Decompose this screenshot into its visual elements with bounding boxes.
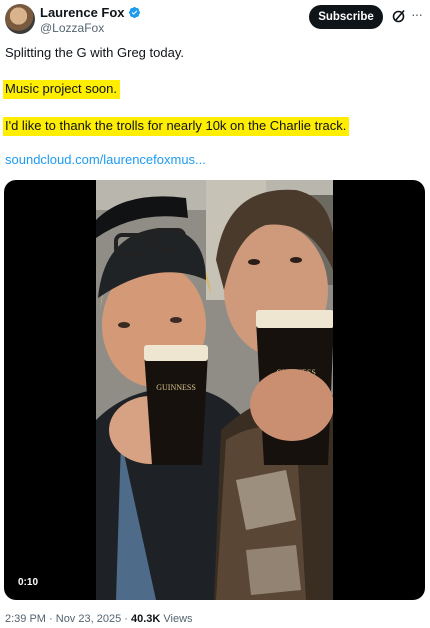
grok-icon[interactable] — [391, 8, 407, 24]
author-name-row: Laurence Fox — [40, 5, 141, 20]
tweet-meta: 2:39 PM · Nov 23, 2025 · 40.3K Views — [5, 613, 193, 626]
tweet-text-line-1: Splitting the G with Greg today. — [5, 45, 184, 60]
video-duration: 0:10 — [18, 577, 39, 588]
tweet-highlight-2: I'd like to thank the trolls for nearly … — [3, 117, 350, 136]
tweet-date[interactable]: Nov 23, 2025 — [56, 613, 121, 625]
more-options-icon[interactable]: ··· — [411, 7, 427, 24]
meta-separator: · — [45, 613, 56, 625]
views-count: 40.3K — [130, 613, 161, 625]
glass-left-label: GUINNESS — [156, 383, 196, 392]
meta-separator: · — [121, 613, 131, 625]
author-name[interactable]: Laurence Fox — [40, 5, 125, 20]
verified-badge-icon — [128, 6, 140, 19]
tweet-time[interactable]: 2:39 PM — [5, 613, 46, 625]
video-frame: GUINNESS GUINNESS — [96, 180, 333, 600]
video-player[interactable]: GUINNESS GUINNESS 0:10 — [4, 180, 425, 600]
soundcloud-link[interactable]: soundcloud.com/laurencefoxmus... — [5, 152, 206, 168]
tweet-highlight-1: Music project soon. — [3, 80, 120, 99]
author-handle[interactable]: @LozzaFox — [40, 21, 104, 35]
views-label: Views — [160, 613, 193, 625]
video-still-image: GUINNESS GUINNESS — [96, 180, 333, 600]
subscribe-button[interactable]: Subscribe — [309, 5, 383, 29]
author-avatar[interactable] — [5, 4, 35, 34]
